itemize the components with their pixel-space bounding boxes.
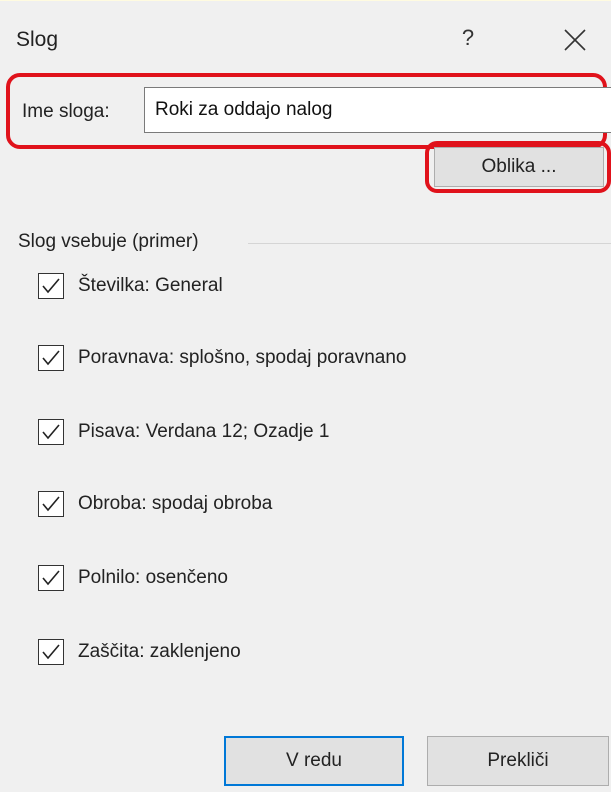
help-button[interactable]: ? — [456, 23, 480, 53]
checkbox-box[interactable] — [38, 639, 64, 665]
dialog-title: Slog — [16, 28, 59, 51]
checkbox-label: Obroba: spodaj obroba — [78, 493, 273, 514]
style-name-input[interactable] — [144, 87, 611, 133]
checkbox-label: Pisava: Verdana 12; Ozadje 1 — [78, 421, 330, 442]
checkmark-icon — [42, 424, 60, 440]
checkmark-icon — [42, 570, 60, 586]
group-label: Slog vsebuje (primer) — [18, 231, 205, 253]
format-button[interactable]: Oblika ... — [434, 147, 604, 187]
close-button[interactable] — [560, 25, 590, 55]
checkbox-label: Poravnava: splošno, spodaj poravnano — [78, 347, 407, 368]
ok-button[interactable]: V redu — [224, 736, 404, 786]
checkbox-label: Številka: General — [78, 275, 223, 296]
checkmark-icon — [42, 350, 60, 366]
checkbox-box[interactable] — [38, 273, 64, 299]
checkmark-icon — [42, 496, 60, 512]
checkbox-box[interactable] — [38, 565, 64, 591]
group-divider — [248, 243, 611, 244]
checkmark-icon — [42, 278, 60, 294]
style-name-label: Ime sloga: — [22, 101, 110, 122]
checkbox-label: Zaščita: zaklenjeno — [78, 641, 241, 662]
close-icon — [564, 29, 586, 51]
checkbox-box[interactable] — [38, 345, 64, 371]
checkmark-icon — [42, 644, 60, 660]
checkbox-box[interactable] — [38, 419, 64, 445]
checkbox-label: Polnilo: osenčeno — [78, 567, 228, 588]
cancel-button[interactable]: Prekliči — [427, 736, 609, 786]
style-dialog: Slog ? Ime sloga: Oblika ... Slog vsebuj… — [0, 0, 611, 792]
checkbox-box[interactable] — [38, 491, 64, 517]
